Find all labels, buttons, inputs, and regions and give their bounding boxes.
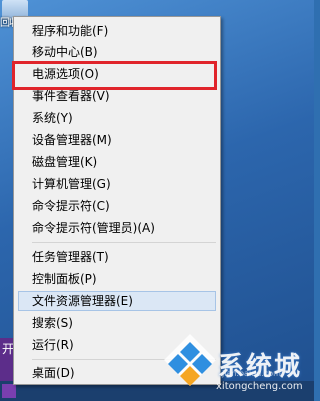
menu-item-programs-features[interactable]: 程序和功能(F) [18, 21, 216, 41]
menu-item-system[interactable]: 系统(Y) [18, 108, 216, 128]
menu-item-control-panel[interactable]: 控制面板(P) [18, 269, 216, 289]
menu-item-command-prompt[interactable]: 命令提示符(C) [18, 196, 216, 216]
menu-item-command-prompt-admin[interactable]: 命令提示符(管理员)(A) [18, 218, 216, 238]
watermark-url: xitongcheng.com [216, 381, 303, 392]
watermark-faint-url: jian.baidu.com [222, 369, 281, 378]
menu-item-mobility-center[interactable]: 移动中心(B) [18, 42, 216, 62]
menu-item-task-manager[interactable]: 任务管理器(T) [18, 247, 216, 267]
menu-separator [32, 242, 216, 243]
menu-item-file-explorer[interactable]: 文件资源管理器(E) [18, 291, 216, 311]
menu-item-disk-management[interactable]: 磁盘管理(K) [18, 152, 216, 172]
menu-item-computer-management[interactable]: 计算机管理(G) [18, 174, 216, 194]
menu-item-device-manager[interactable]: 设备管理器(M) [18, 130, 216, 150]
highlight-annotation-box [12, 61, 217, 90]
taskbar-button[interactable] [2, 384, 16, 398]
watermark-logo-icon [164, 334, 216, 386]
